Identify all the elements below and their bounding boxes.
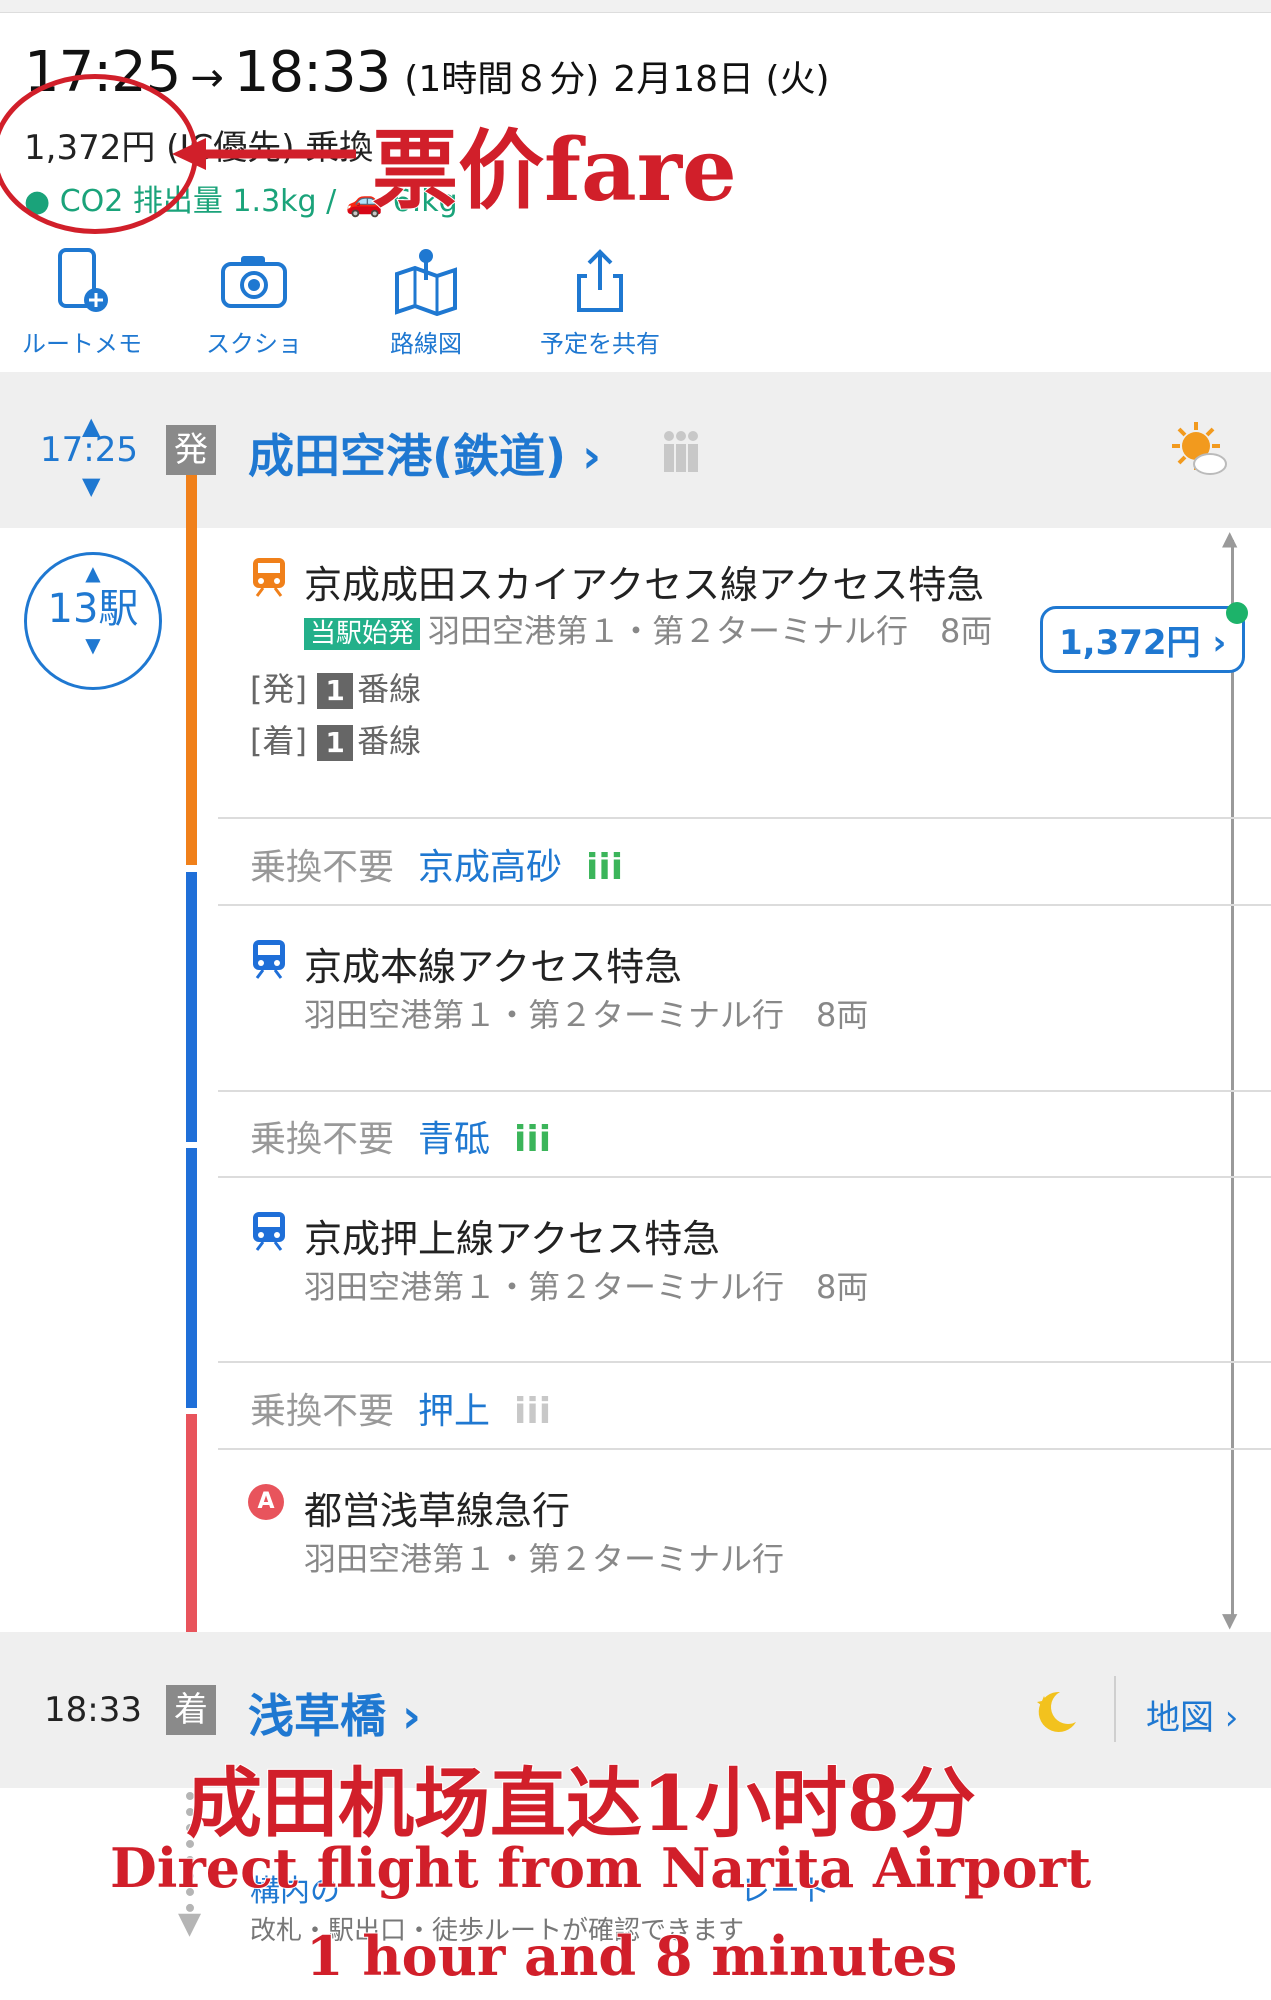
crowd-icon: iii bbox=[514, 1119, 552, 1160]
headline-en-line2: 1 hour and 8 minutes bbox=[305, 1923, 958, 1989]
segment-3-destination: 羽田空港第１・第２ターミナル行 8両 bbox=[304, 1268, 869, 1306]
segment-1-destination: 当駅始発 羽田空港第１・第２ターミナル行 8両 bbox=[304, 606, 992, 652]
headline-en-line1: Direct flight from Narita Airport bbox=[109, 1835, 1092, 1901]
route-map-label: 路線図 bbox=[390, 330, 462, 358]
arrive-time: 18:33 bbox=[233, 40, 391, 105]
arrive-platform-number: 1 bbox=[317, 725, 354, 761]
segment-4-train-name: 都営浅草線急行 bbox=[304, 1489, 571, 1533]
divider bbox=[218, 817, 1271, 819]
timeline-scrollbar[interactable] bbox=[1231, 540, 1234, 1620]
segment-1-dest-text: 羽田空港第１・第２ターミナル行 8両 bbox=[428, 612, 993, 650]
segment-4-destination: 羽田空港第１・第２ターミナル行 bbox=[304, 1540, 785, 1578]
map-link[interactable]: 地図 › bbox=[1146, 1690, 1238, 1739]
arrival-time: 18:33 bbox=[44, 1690, 142, 1730]
status-dot bbox=[1226, 602, 1248, 624]
segment-1-train-name: 京成成田スカイアクセス線アクセス特急 bbox=[304, 563, 985, 607]
route-map-button[interactable]: 路線図 bbox=[356, 246, 496, 359]
segment-2-destination: 羽田空港第１・第２ターミナル行 8両 bbox=[304, 996, 869, 1034]
scroll-up-icon: ▲ bbox=[1222, 526, 1238, 550]
destination-station-name: 浅草橋 bbox=[248, 1689, 386, 1743]
segment-2-train-name: 京成本線アクセス特急 bbox=[304, 945, 683, 989]
crowd-icon: iii bbox=[586, 847, 624, 888]
fare-detail-button[interactable]: 1,372円 › bbox=[1040, 606, 1246, 673]
share-schedule-label: 予定を共有 bbox=[540, 330, 660, 358]
train-icon-blue bbox=[253, 1212, 285, 1251]
route-memo-button[interactable]: ルートメモ bbox=[12, 246, 152, 359]
crowd-icon bbox=[664, 431, 698, 472]
asakusa-line-icon: A bbox=[248, 1484, 284, 1520]
share-icon bbox=[577, 249, 623, 312]
divider bbox=[1114, 1676, 1116, 1742]
arrive-platform-label: [着] bbox=[250, 722, 307, 760]
top-status-bar bbox=[0, 0, 1271, 13]
train-icon-orange bbox=[253, 558, 285, 597]
depart-platform-number: 1 bbox=[317, 673, 354, 709]
fare-annotation: 票价fare bbox=[371, 119, 738, 222]
chevron-up-icon: ▲ bbox=[85, 561, 101, 585]
transfer-label: 乗換不要 bbox=[250, 1391, 395, 1432]
transfer-station-link[interactable]: 青砥 bbox=[418, 1119, 490, 1160]
duration: (1時間８分) bbox=[404, 59, 600, 100]
first-station-badge: 当駅始発 bbox=[304, 618, 421, 650]
transfer-station-link[interactable]: 押上 bbox=[418, 1391, 490, 1432]
crowd-icon: iii bbox=[514, 1391, 552, 1432]
origin-time[interactable]: 17:25 bbox=[40, 430, 138, 470]
divider bbox=[218, 1361, 1271, 1363]
route-memo-label: ルートメモ bbox=[22, 330, 142, 358]
arrive-platform: [着] 1 番線 bbox=[250, 716, 421, 762]
divider bbox=[218, 904, 1271, 906]
origin-station-name: 成田空港(鉄道) bbox=[248, 429, 567, 483]
chevron-right-icon: › bbox=[582, 429, 602, 483]
divider bbox=[218, 1176, 1271, 1178]
arrive-platform-suffix: 番線 bbox=[357, 722, 422, 760]
route-line-blue-2 bbox=[186, 1148, 197, 1408]
screenshot-button[interactable]: スクショ bbox=[184, 246, 324, 359]
depart-platform-suffix: 番線 bbox=[357, 670, 422, 708]
scroll-down-icon: ▼ bbox=[1222, 1608, 1238, 1632]
arrive-tag: 着 bbox=[166, 1685, 216, 1735]
chevron-right-icon: › bbox=[402, 1689, 421, 1743]
route-map-icon bbox=[395, 249, 457, 316]
transfer-label: 乗換不要 bbox=[250, 1119, 395, 1160]
destination-station-link[interactable]: 浅草橋 › bbox=[248, 1680, 421, 1746]
stops-count: 13駅 bbox=[47, 586, 139, 632]
depart-platform-label: [発] bbox=[250, 670, 307, 708]
route-line-orange bbox=[186, 475, 197, 865]
time-down-icon[interactable]: ▼ bbox=[82, 472, 100, 500]
moon-icon bbox=[1037, 1691, 1076, 1732]
divider bbox=[218, 1090, 1271, 1092]
depart-tag: 発 bbox=[166, 425, 216, 475]
travel-date: 2月18日 (火) bbox=[613, 59, 830, 100]
segment-3-train-name: 京成押上線アクセス特急 bbox=[304, 1217, 721, 1261]
chevron-down-icon: ▼ bbox=[85, 633, 101, 657]
train-icon-blue bbox=[253, 940, 285, 979]
share-schedule-button[interactable]: 予定を共有 bbox=[530, 246, 670, 359]
phone-memo-icon bbox=[58, 248, 108, 312]
transfer-row-1: 乗換不要 京成高砂 iii bbox=[250, 838, 623, 890]
origin-station-link[interactable]: 成田空港(鉄道) › bbox=[248, 420, 601, 486]
walk-arrow-down-icon: ▼ bbox=[178, 1906, 202, 1941]
stops-count-toggle[interactable]: ▲ 13駅 ▼ bbox=[24, 552, 162, 690]
route-line-blue-1 bbox=[186, 872, 197, 1142]
depart-platform: [発] 1 番線 bbox=[250, 664, 421, 710]
red-arrow-left-icon bbox=[172, 138, 356, 170]
divider bbox=[218, 1448, 1271, 1450]
transfer-label: 乗換不要 bbox=[250, 847, 395, 888]
arrow-right-icon: → bbox=[190, 55, 224, 101]
sun-cloud-icon bbox=[1172, 422, 1227, 475]
screenshot-label: スクショ bbox=[206, 330, 302, 358]
camera-icon bbox=[221, 256, 287, 308]
transfer-row-3: 乗換不要 押上 iii bbox=[250, 1382, 551, 1434]
transfer-row-2: 乗換不要 青砥 iii bbox=[250, 1110, 551, 1162]
transfer-station-link[interactable]: 京成高砂 bbox=[418, 847, 562, 888]
